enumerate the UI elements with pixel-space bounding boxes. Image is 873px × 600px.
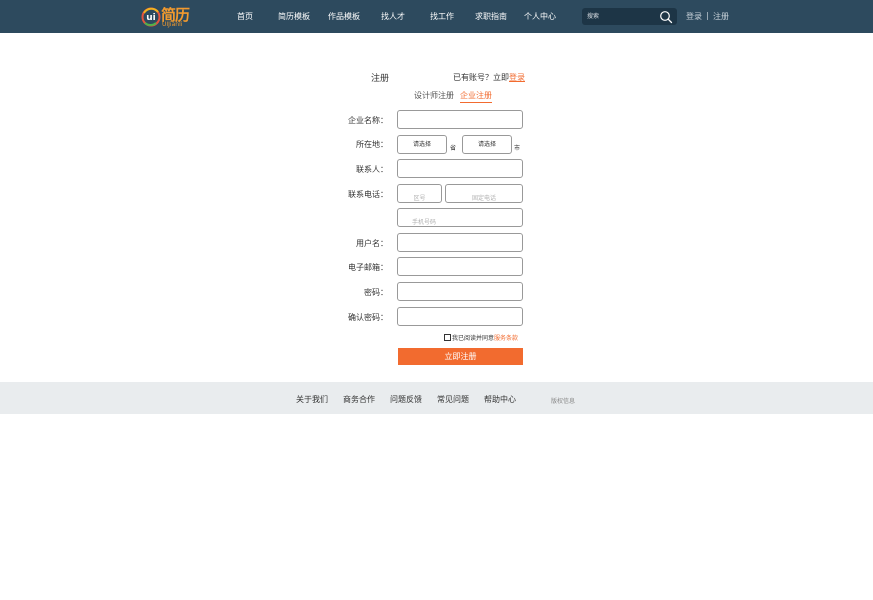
contact-input[interactable] (398, 165, 522, 182)
header-separator: | (706, 11, 709, 20)
footer-link-faq[interactable]: 常见问题 (437, 394, 469, 405)
copyright-text: 版权信息 (551, 398, 576, 405)
area-code-input[interactable] (398, 190, 441, 207)
mobile-field-box (397, 208, 523, 231)
location-label: 所在地： (356, 140, 388, 149)
logo-subtext: UIJianli (162, 21, 183, 28)
agree-checkbox[interactable] (444, 334, 451, 341)
confirm-password-label: 确认密码： (348, 313, 388, 322)
nav-item-find-talent[interactable]: 找人才 (381, 11, 405, 22)
agree-text: 我已阅读并同意 (452, 335, 495, 342)
company-name-label: 企业名称： (348, 116, 388, 125)
landline-input[interactable] (446, 190, 522, 207)
confirm-password-input[interactable] (398, 313, 522, 330)
city-select[interactable]: 请选择 (462, 135, 512, 154)
nav-item-resume-templates[interactable]: 简历模板 (278, 11, 310, 22)
email-field-box (397, 257, 523, 280)
submit-register-button[interactable]: 立即注册 (398, 348, 523, 365)
site-logo[interactable]: ui 简历 UIJianli (141, 4, 193, 30)
nav-item-portfolio-templates[interactable]: 作品模板 (328, 11, 360, 22)
nav-item-find-job[interactable]: 找工作 (430, 11, 454, 22)
username-input[interactable] (398, 239, 522, 256)
have-account-text: 已有账号？立即登录 (453, 72, 525, 83)
tab-company-register[interactable]: 企业注册 (460, 90, 492, 103)
header-register-link[interactable]: 注册 (713, 11, 729, 22)
nav-item-personal-center[interactable]: 个人中心 (524, 11, 556, 22)
contact-field-box (397, 159, 523, 182)
province-unit: 省 (450, 145, 457, 152)
footer-link-business[interactable]: 商务合作 (343, 394, 375, 405)
password-field-box (397, 282, 523, 305)
phone-label: 联系电话： (348, 190, 388, 199)
email-input[interactable] (398, 263, 522, 280)
top-navbar: ui 简历 UIJianli 首页 简历模板 作品模板 找人才 找工作 求职指南… (0, 0, 873, 33)
search-icon[interactable] (659, 10, 673, 24)
footer-link-help[interactable]: 帮助中心 (484, 394, 516, 405)
header-login-link[interactable]: 登录 (686, 11, 702, 22)
page-title: 注册 (371, 74, 390, 84)
username-label: 用户名： (356, 239, 388, 248)
footer-link-about[interactable]: 关于我们 (296, 394, 328, 405)
username-field-box (397, 233, 523, 256)
login-link[interactable]: 登录 (509, 73, 525, 82)
mobile-input[interactable] (398, 214, 522, 231)
footer: 关于我们 商务合作 问题反馈 常见问题 帮助中心 版权信息 (0, 382, 873, 414)
password-input[interactable] (398, 288, 522, 305)
logo-ring-icon: ui (141, 7, 161, 27)
province-select[interactable]: 请选择 (397, 135, 447, 154)
tab-designer-register[interactable]: 设计师注册 (414, 90, 454, 101)
email-label: 电子邮箱： (348, 263, 388, 272)
password-label: 密码： (364, 288, 388, 297)
search-input[interactable] (587, 11, 657, 22)
city-unit: 市 (514, 145, 521, 152)
landline-field-box (445, 184, 523, 207)
nav-item-home[interactable]: 首页 (237, 11, 253, 22)
area-code-field-box (397, 184, 442, 207)
svg-text:ui: ui (146, 13, 156, 23)
terms-link[interactable]: 服务条款 (494, 333, 518, 342)
contact-label: 联系人： (356, 165, 388, 174)
confirm-password-field-box (397, 307, 523, 330)
company-name-field-box (397, 110, 523, 133)
have-account-label: 已有账号？立即 (453, 73, 509, 82)
nav-item-job-guide[interactable]: 求职指南 (475, 11, 507, 22)
search-box (582, 8, 677, 25)
company-name-input[interactable] (398, 116, 522, 133)
footer-link-feedback[interactable]: 问题反馈 (390, 394, 422, 405)
agreement-row: 我已阅读并同意 服务条款 (444, 333, 518, 342)
